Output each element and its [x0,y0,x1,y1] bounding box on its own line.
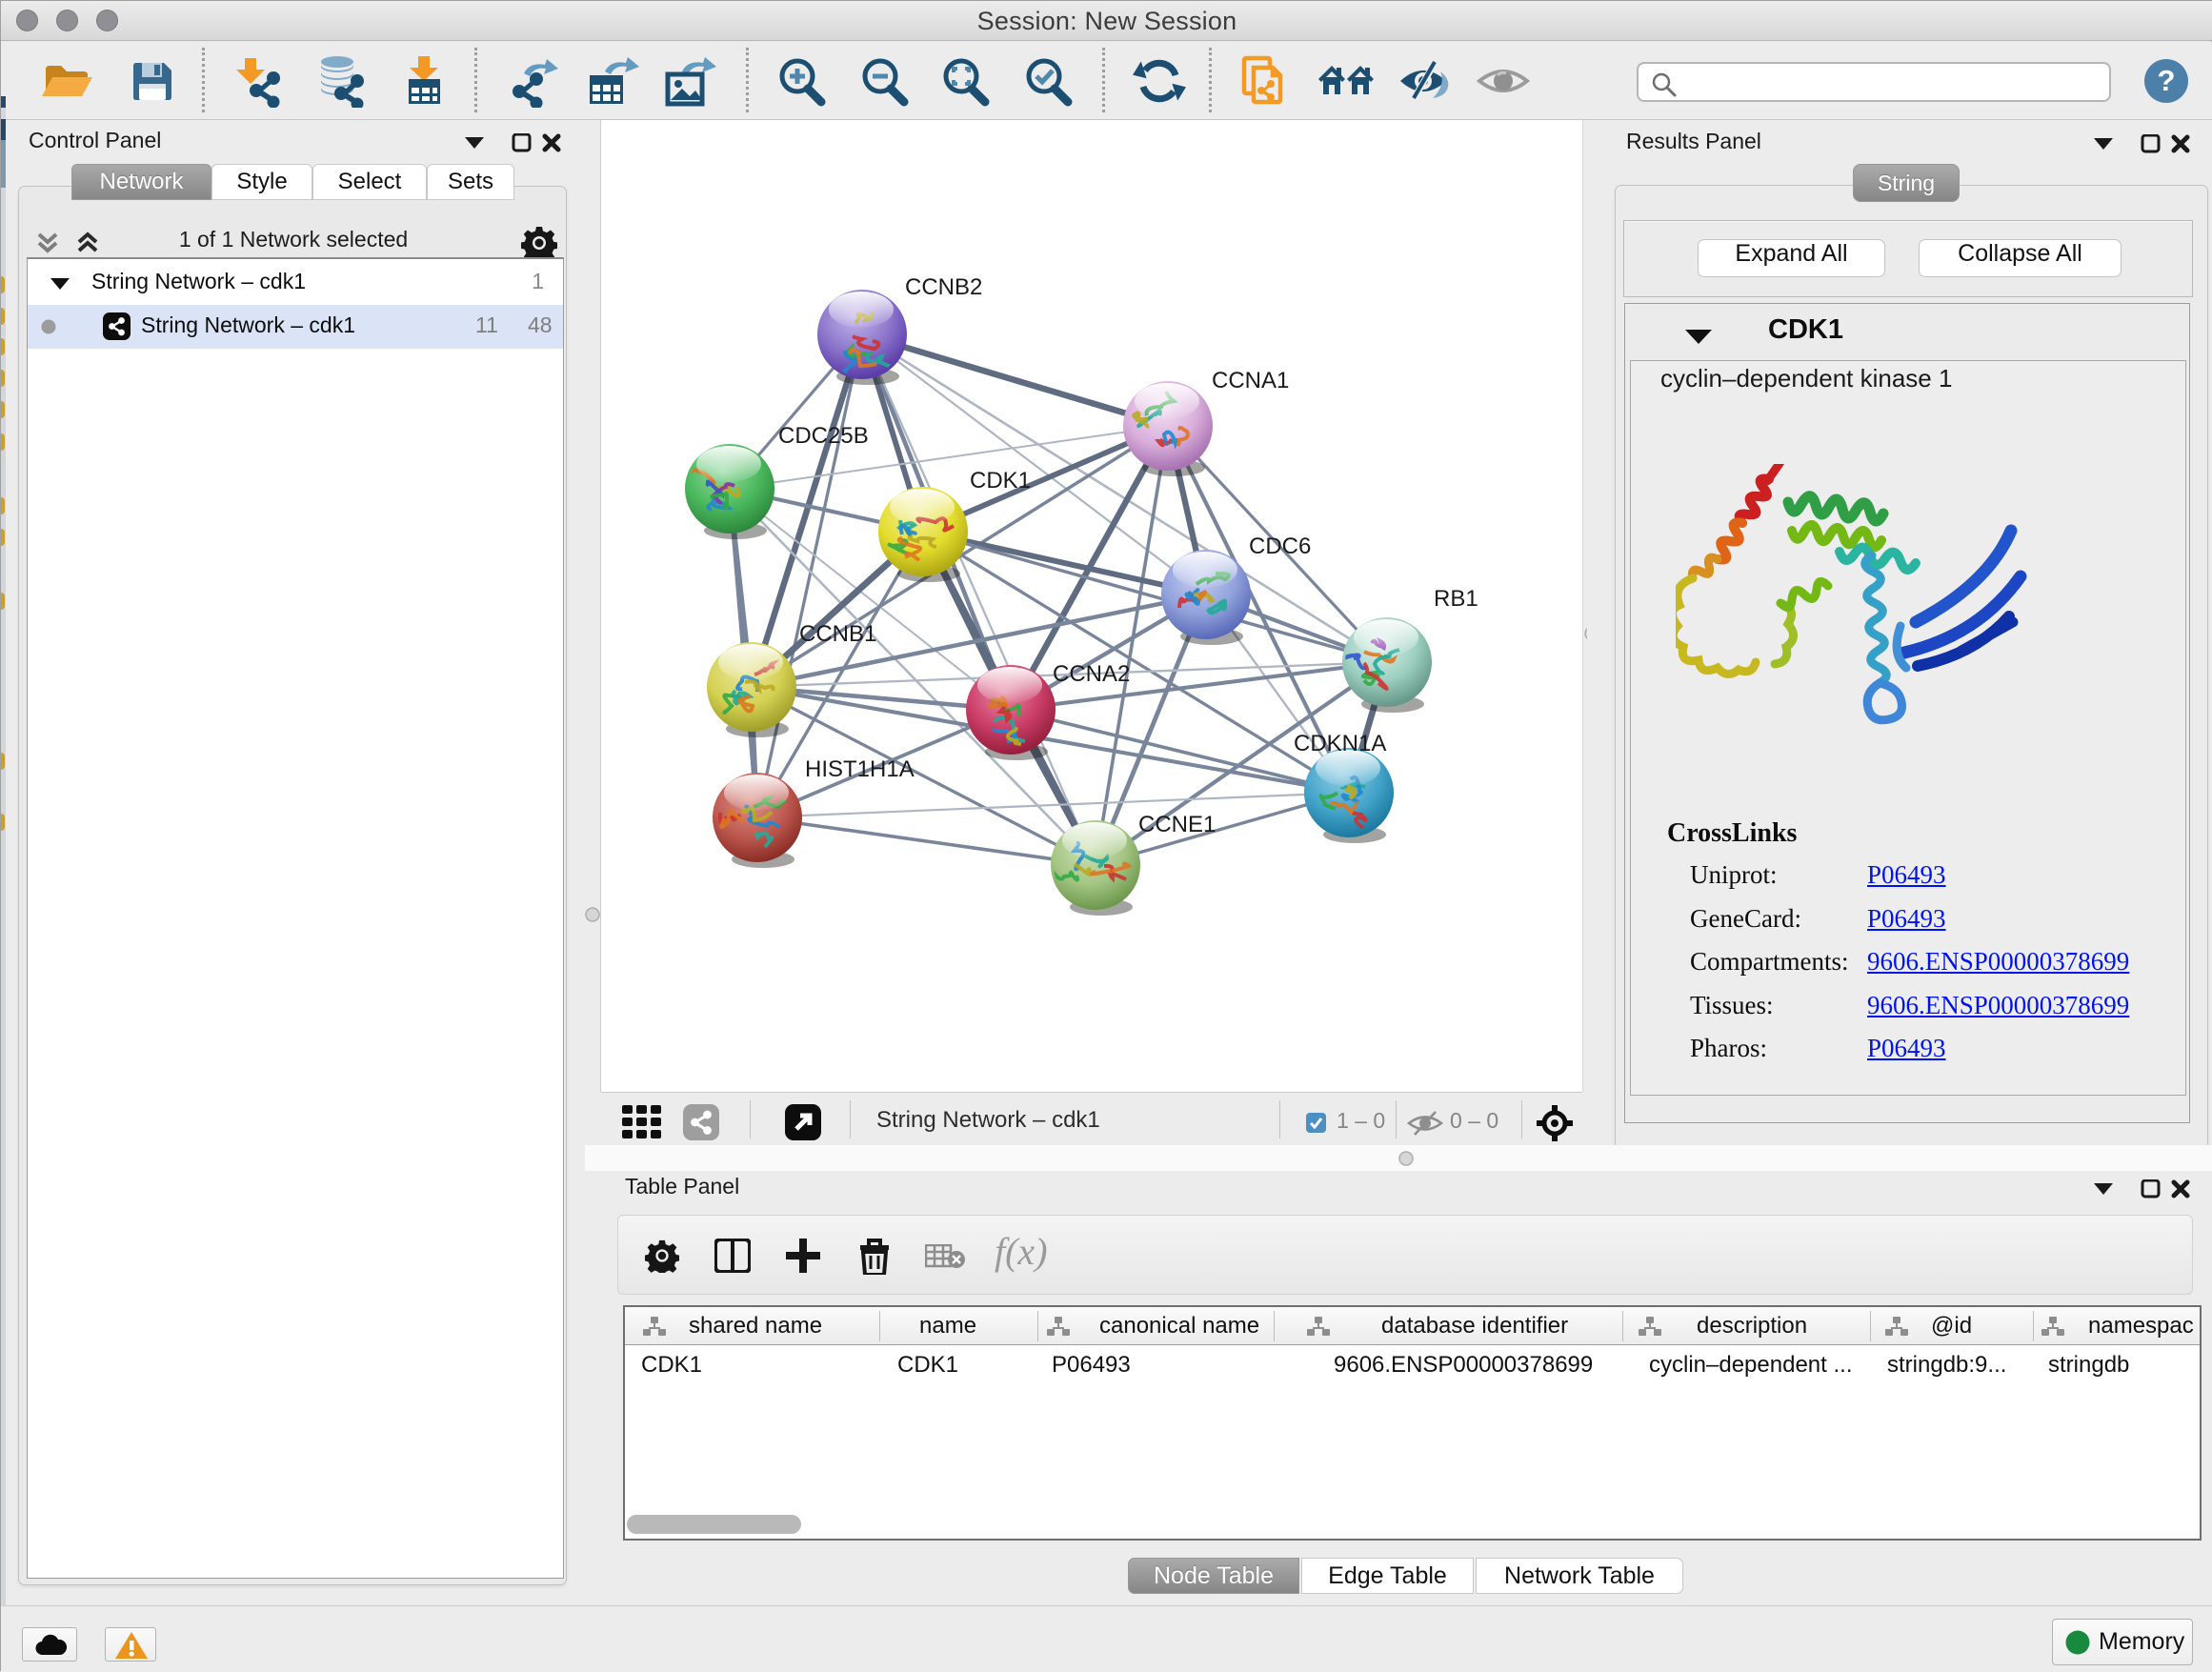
svg-text:CDK1: CDK1 [970,468,1031,494]
svg-text:CCNA2: CCNA2 [1053,661,1130,687]
svg-text:CCNA1: CCNA1 [1212,368,1289,393]
svg-text:CDC25B: CDC25B [778,423,869,449]
svg-text:CCNB1: CCNB1 [799,621,876,647]
svg-text:HIST1H1A: HIST1H1A [805,756,915,782]
svg-text:CDC6: CDC6 [1249,534,1311,559]
svg-text:RB1: RB1 [1434,586,1478,612]
svg-text:CCNB2: CCNB2 [905,274,982,300]
svg-text:CCNE1: CCNE1 [1138,812,1216,837]
svg-text:?: ? [2158,64,2176,97]
svg-text:CDKN1A: CDKN1A [1294,731,1386,756]
